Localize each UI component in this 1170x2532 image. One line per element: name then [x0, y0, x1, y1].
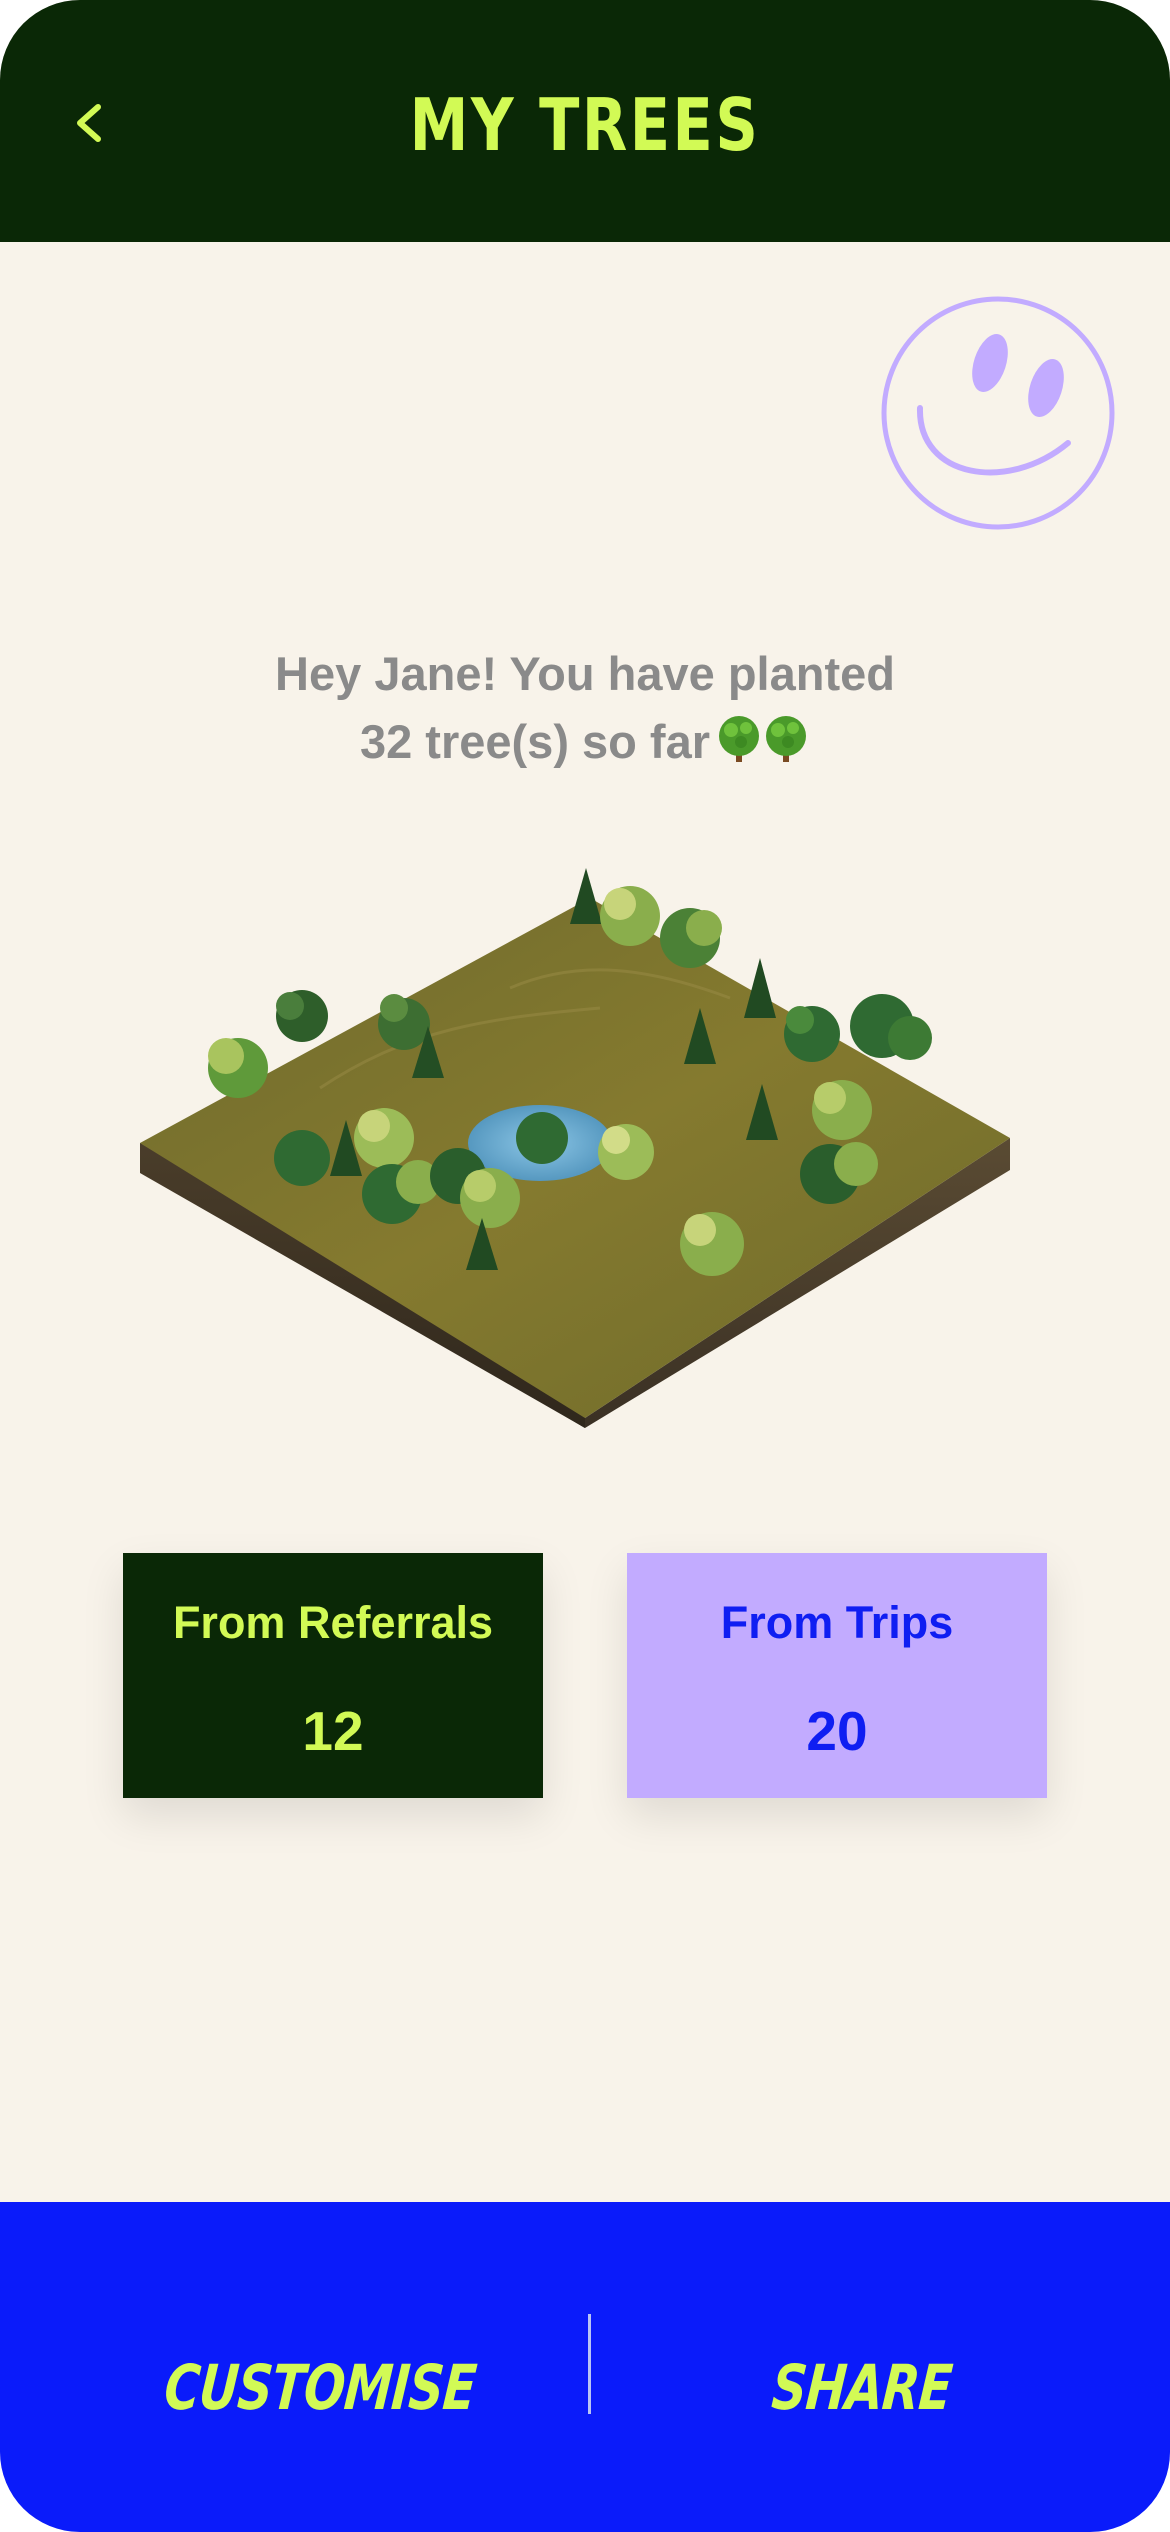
trips-count: 20 [806, 1700, 868, 1762]
planted-message-line2: 32 tree(s) so far [0, 708, 1170, 782]
page-title: MY TREES [409, 83, 761, 167]
forest-island-illustration [140, 868, 1010, 1428]
smiley-icon [881, 296, 1115, 530]
app-header: MY TREES [0, 0, 1170, 242]
tree-emoji-icon [716, 714, 810, 782]
referrals-card: From Referrals 12 [123, 1553, 543, 1798]
customise-label: CUSTOMISE [161, 2350, 479, 2424]
referrals-count: 12 [302, 1700, 364, 1762]
planted-message: Hey Jane! You have planted 32 tree(s) so… [0, 640, 1170, 782]
share-button[interactable]: SHARE [582, 2312, 1142, 2462]
share-label: SHARE [769, 2350, 955, 2424]
trips-card: From Trips 20 [627, 1553, 1047, 1798]
trips-label: From Trips [720, 1597, 954, 1648]
bottom-action-bar: CUSTOMISE SHARE [0, 2202, 1170, 2532]
planted-count-text: 32 tree(s) so far [359, 715, 711, 768]
customise-button[interactable]: CUSTOMISE [40, 2312, 600, 2462]
referrals-label: From Referrals [172, 1597, 494, 1648]
my-trees-screen: MY TREES Hey Jane! You have planted 32 t… [0, 0, 1170, 2532]
chevron-left-icon [77, 103, 101, 142]
planted-message-line1: Hey Jane! You have planted [275, 647, 895, 700]
